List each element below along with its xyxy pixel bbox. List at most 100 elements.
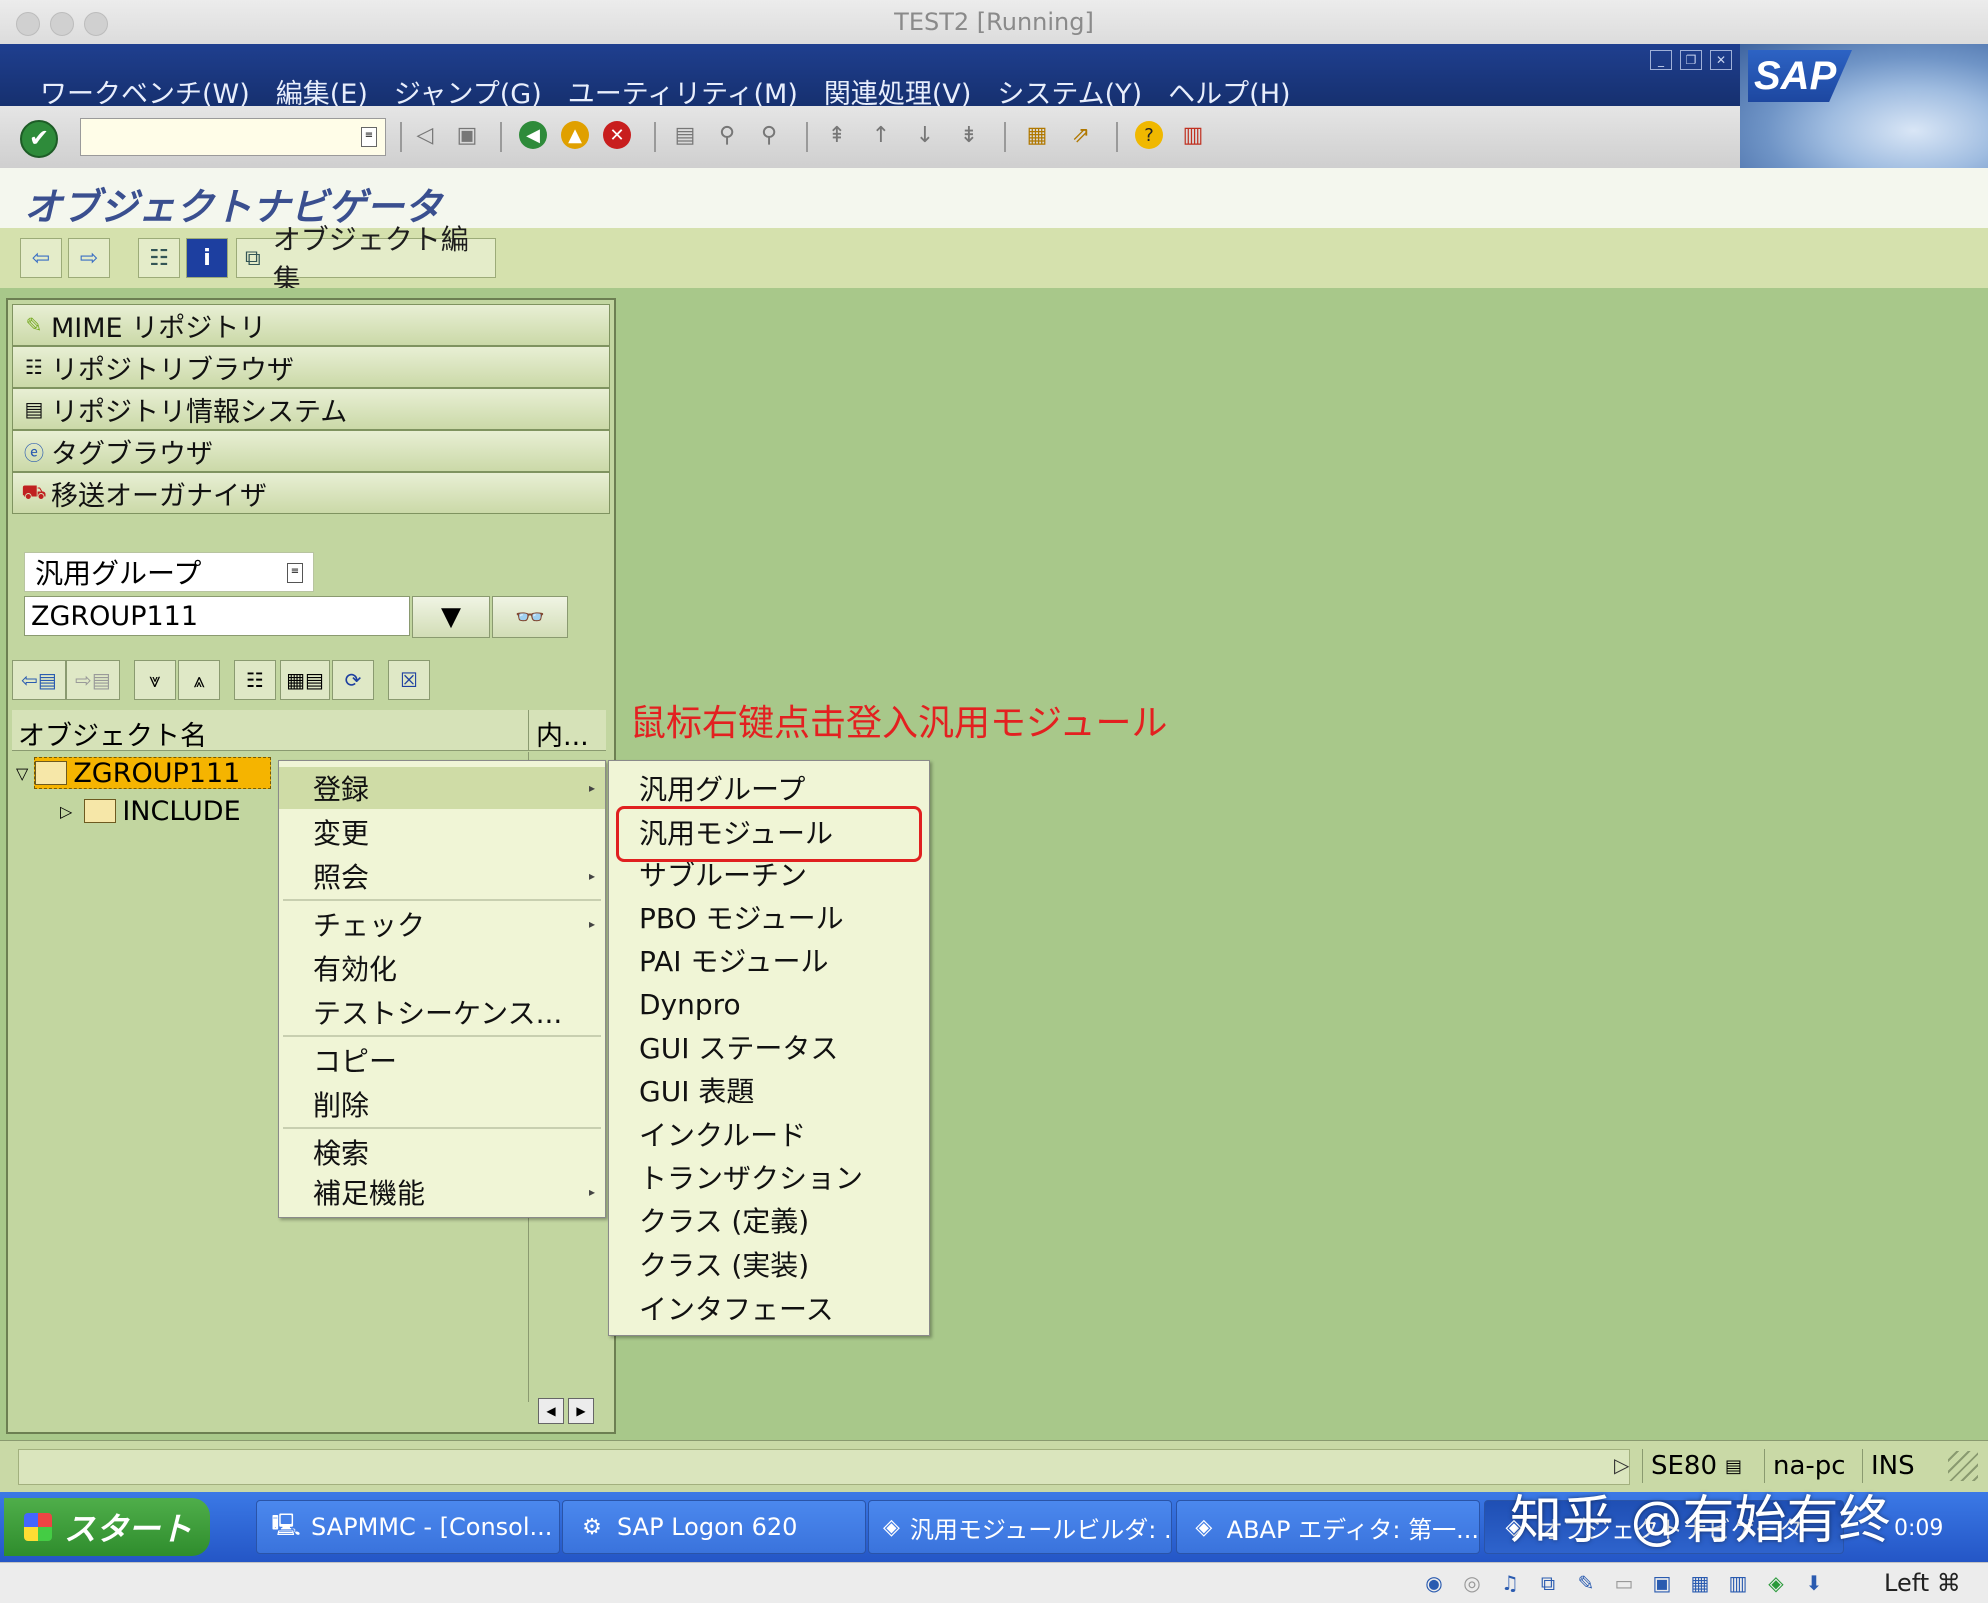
layout-icon[interactable]: ▥ [1178,120,1208,150]
shared-folder-icon[interactable]: ▭ [1610,1569,1638,1597]
scroll-right-icon[interactable]: ▶ [568,1398,594,1424]
shortcut-icon[interactable]: ⇗ [1066,120,1096,150]
tree-forward-icon[interactable]: ⇨▤ [66,660,120,700]
print-icon[interactable]: ▤ [670,120,700,150]
sub-item-class-implementation[interactable]: クラス (実装) [609,1243,929,1285]
sub-item-pai-module[interactable]: PAI モジュール [609,939,929,981]
display-glasses-button[interactable]: 👓 [492,596,568,638]
sub-item-transaction[interactable]: トランザクション [609,1156,929,1198]
sap-gui-icon: ◈ [1195,1514,1213,1540]
sap-logo-text: SAP [1748,50,1852,102]
sub-item-gui-title[interactable]: GUI 表題 [609,1069,929,1111]
nav-mime-repository[interactable]: ✎ MIME リポジトリ [12,304,610,346]
sub-item-interface[interactable]: インタフェース [609,1287,929,1329]
session-info-icon[interactable]: ▤ [1725,1456,1742,1477]
object-name-dropdown-button[interactable]: ▼ [412,596,490,638]
command-history-icon[interactable]: ≡ [361,127,377,147]
network-icon[interactable]: ⧉ [1534,1569,1562,1597]
ctx-item-check[interactable]: チェック ▸ [279,903,605,945]
help-icon[interactable]: ? [1134,120,1164,150]
save-icon[interactable]: ▣ [452,120,482,150]
new-session-icon[interactable]: ▦ [1022,120,1052,150]
nav-transport-organizer[interactable]: ⛟ 移送オーガナイザ [12,472,610,514]
ctx-item-delete[interactable]: 削除 [279,1083,605,1125]
close-tree-icon[interactable]: ☒ [388,660,430,700]
object-type-select[interactable]: 汎用グループ ≡ [24,552,314,592]
sub-item-class-definition[interactable]: クラス (定義) [609,1199,929,1241]
mouse-integration-icon[interactable]: ◈ [1762,1569,1790,1597]
find-icon[interactable]: ⚲ [712,120,742,150]
edit-object-button[interactable]: ⧉ オブジェクト編集 [236,223,496,296]
ctx-item-more-functions[interactable]: 補足機能 ▸ [279,1171,605,1213]
ctx-item-change[interactable]: 変更 [279,811,605,853]
nav-tag-browser[interactable]: ⓔ タグブラウザ [12,430,610,472]
collapse-triangle-icon[interactable]: ▷ [60,802,72,821]
object-name-input[interactable]: ZGROUP111 [24,596,410,636]
taskbar-item-function-builder[interactable]: ◈ 汎用モジュールビルダ: ... [868,1500,1172,1554]
usb-icon[interactable]: ✎ [1572,1569,1600,1597]
taskbar-item-abap-editor[interactable]: ◈ ABAP エディタ: 第一... [1176,1500,1480,1554]
sub-item-gui-status[interactable]: GUI ステータス [609,1026,929,1068]
worklist-icon[interactable]: ▦▤ [280,660,330,700]
display-icon[interactable]: ▣ [1648,1569,1676,1597]
exit-icon[interactable]: ▲ [560,120,590,150]
sub-item-function-group[interactable]: 汎用グループ [609,767,929,809]
tree-row[interactable]: ▽ ZGROUP111 [16,756,272,790]
status-expand-icon[interactable]: ▷ [1614,1453,1629,1477]
collapse-all-icon[interactable]: ⩓ [178,660,220,700]
optical-drive-icon[interactable]: ◎ [1458,1569,1486,1597]
cpu-icon[interactable]: ▥ [1724,1569,1752,1597]
prev-page-icon[interactable]: ↑ [866,120,896,150]
nav-repository-browser[interactable]: ☷ リポジトリブラウザ [12,346,610,388]
command-field[interactable]: ≡ [80,118,386,156]
sap-close-icon[interactable]: ✕ [1710,50,1732,70]
watermark: 知乎 @有始有终 [1510,1491,1891,1551]
taskbar-item-sapmmc[interactable]: 🖳 SAPMMC - [Consol... [256,1500,560,1554]
ctx-item-create[interactable]: 登録 ▸ [279,767,605,809]
recording-icon[interactable]: ▦ [1686,1569,1714,1597]
ctx-item-search[interactable]: 検索 [279,1131,605,1173]
enter-icon[interactable]: ✔ [20,120,58,158]
object-list-icon[interactable]: ☷ [234,660,276,700]
nav-back-icon[interactable]: ⇦ [20,238,62,278]
folder-icon [84,799,117,823]
expand-triangle-icon[interactable]: ▽ [16,764,28,783]
sap-restore-icon[interactable]: ❐ [1680,50,1702,70]
sap-minimize-icon[interactable]: _ [1650,50,1672,70]
refresh-icon[interactable]: ⟳ [332,660,374,700]
back-icon[interactable]: ◀ [518,120,548,150]
sub-item-pbo-module[interactable]: PBO モジュール [609,896,929,938]
ctx-item-activate[interactable]: 有効化 [279,947,605,989]
sub-item-include[interactable]: インクルード [609,1113,929,1155]
scroll-left-icon[interactable]: ◀ [538,1398,564,1424]
edit-object-icon: ⧉ [245,245,261,271]
tree-column-description[interactable]: 内... [536,714,589,753]
cancel-icon[interactable]: ✕ [602,120,632,150]
last-page-icon[interactable]: ⇟ [954,120,984,150]
ctx-item-display[interactable]: 照会 ▸ [279,855,605,897]
sub-item-dynpro[interactable]: Dynpro [609,983,929,1025]
tree-node-selected[interactable]: ZGROUP111 [34,757,272,789]
nav-forward-icon[interactable]: ⇨ [68,238,110,278]
taskbar-item-sap-logon[interactable]: ⚙ SAP Logon 620 [562,1500,866,1554]
ctx-item-copy[interactable]: コピー [279,1039,605,1081]
info-icon[interactable]: i [186,238,228,278]
tree-column-object-name[interactable]: オブジェクト名 [18,714,207,753]
harddisk-icon[interactable]: ◉ [1420,1569,1448,1597]
expand-all-icon[interactable]: ⩔ [134,660,176,700]
first-page-icon[interactable]: ⇞ [822,120,852,150]
tree-back-icon[interactable]: ⇦▤ [12,660,66,700]
hierarchy-icon[interactable]: ☷ [138,238,180,278]
next-page-icon[interactable]: ↓ [910,120,940,150]
start-button[interactable]: スタート [4,1498,210,1556]
nav-repository-info-system[interactable]: ▤ リポジトリ情報システム [12,388,610,430]
highlight-box [616,806,922,862]
resize-grip[interactable] [1948,1451,1978,1481]
tree-header: オブジェクト名 内... [12,710,606,753]
audio-icon[interactable]: ♫ [1496,1569,1524,1597]
tree-row[interactable]: ▷ INCLUDE [60,794,241,828]
find-next-icon[interactable]: ⚲ [754,120,784,150]
back-triangle-icon[interactable]: ◁ [410,120,440,150]
keyboard-icon[interactable]: ⬇ [1800,1569,1828,1597]
ctx-item-test-sequence[interactable]: テストシーケンス... [279,991,605,1033]
